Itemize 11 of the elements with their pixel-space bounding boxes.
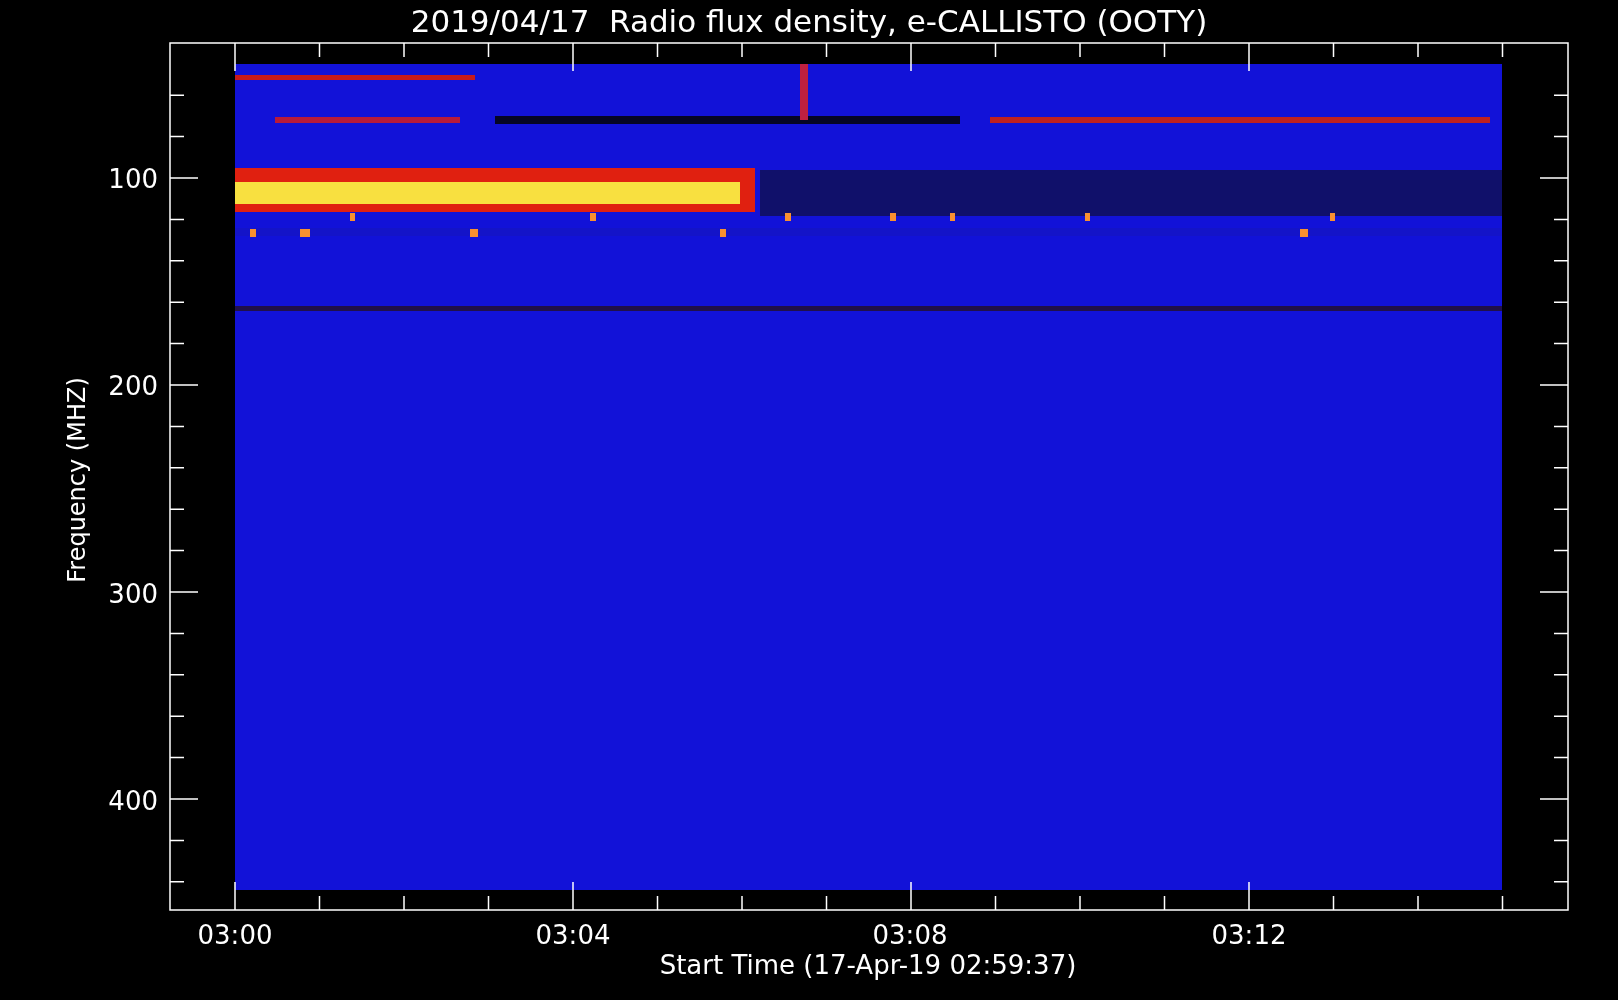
x-tick-label: 03:04 — [535, 920, 611, 950]
y-tick-label: 300 — [108, 579, 158, 609]
x-tick-label: 03:00 — [197, 920, 273, 950]
chart-title: 2019/04/17 Radio flux density, e-CALLISTO (OOTY) — [410, 3, 1208, 39]
y-tick-label: 200 — [108, 371, 158, 401]
x-axis-label: Start Time (17-Apr-19 02:59:37) — [659, 950, 1077, 980]
y-tick-label: 100 — [108, 164, 158, 194]
x-tick-label: 03:12 — [1211, 920, 1287, 950]
x-tick-label: 03:08 — [872, 920, 948, 950]
y-axis-label: Frequency (MHZ) — [63, 377, 91, 583]
y-tick-label: 400 — [108, 786, 158, 816]
